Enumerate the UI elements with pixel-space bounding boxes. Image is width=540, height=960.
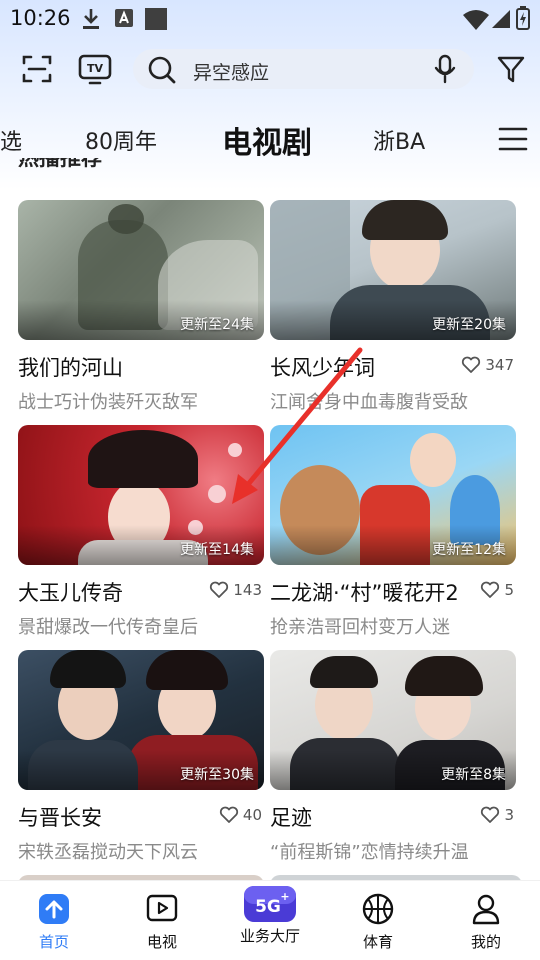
episode-badge: 更新至30集 [180, 767, 254, 783]
video-card[interactable]: 更新至24集 我们的河山 战士巧计伪装歼灭敌军 [18, 200, 264, 413]
tv-play-icon [146, 894, 178, 922]
nav-home[interactable]: 首页 [14, 891, 94, 952]
like-count-value: 3 [504, 806, 514, 824]
episode-badge: 更新至14集 [180, 542, 254, 558]
tv-cast-button[interactable]: TV [76, 50, 114, 88]
basketball-icon [362, 893, 394, 925]
episode-badge: 更新至20集 [432, 317, 506, 333]
like-count[interactable]: 347 [461, 356, 514, 374]
video-card[interactable]: 更新至30集 与晋长安 40 宋轶丞磊搅动天下风云 [18, 650, 264, 863]
microphone-icon[interactable] [432, 54, 458, 84]
episode-badge: 更新至12集 [432, 542, 506, 558]
scan-icon [22, 55, 52, 83]
card-subtitle: 江闻舍身中血毒腹背受敌 [270, 392, 468, 413]
filter-icon [497, 56, 525, 83]
search-query: 异空感应 [193, 62, 270, 84]
nav-label: 首页 [38, 933, 69, 951]
card-subtitle: 战士巧计伪装歼灭敌军 [18, 392, 198, 413]
search-input[interactable]: 异空感应 [133, 49, 474, 89]
search-icon [148, 56, 176, 84]
a-icon [115, 9, 133, 27]
tab-tv-series[interactable]: 电视剧 [222, 118, 312, 162]
nav-label: 体育 [362, 933, 393, 951]
home-arrow-icon [39, 894, 69, 924]
filter-button[interactable] [492, 50, 530, 88]
nav-profile[interactable]: 我的 [446, 891, 526, 952]
card-title: 长风少年词 [270, 356, 375, 380]
card-title: 二龙湖·“村”暖花开2 [270, 581, 459, 605]
battery-icon [516, 6, 530, 30]
nav-sports[interactable]: 体育 [338, 891, 418, 952]
section-title: 热播推荐 [18, 158, 102, 170]
tab-selected[interactable]: 选 [0, 124, 22, 156]
tab-zhe-ba[interactable]: 浙BA [373, 124, 425, 156]
like-count[interactable]: 3 [480, 806, 514, 824]
download-icon [83, 9, 99, 29]
video-card[interactable]: 更新至8集 足迹 3 “前程斯锦”恋情持续升温 [270, 650, 516, 863]
status-bar: 10:26 [0, 0, 540, 38]
like-count[interactable]: 5 [480, 581, 514, 599]
like-count-value: 347 [485, 356, 514, 374]
card-subtitle: 景甜爆改一代传奇皇后 [18, 617, 198, 638]
episode-badge: 更新至24集 [180, 317, 254, 333]
square-icon [145, 8, 167, 30]
nav-label: 业务大厅 [239, 927, 300, 945]
heart-icon [481, 581, 500, 598]
card-subtitle: 宋轶丞磊搅动天下风云 [18, 842, 198, 863]
person-icon [472, 894, 500, 925]
signal-icon [492, 10, 510, 28]
scan-button[interactable] [18, 50, 56, 88]
like-count-value: 5 [504, 581, 514, 599]
card-title: 与晋长安 [18, 806, 102, 830]
nav-label: 我的 [470, 933, 501, 951]
card-subtitle: 抢亲浩哥回村变万人迷 [270, 617, 450, 638]
video-thumbnail[interactable]: 更新至24集 [18, 200, 264, 340]
video-thumbnail[interactable]: 更新至14集 [18, 425, 264, 565]
heart-icon [210, 581, 229, 598]
bottom-navigation: 首页 电视 5G + 业务大厅 体育 我的 [0, 880, 540, 960]
like-count[interactable]: 143 [209, 581, 262, 599]
card-title: 大玉儿传奇 [18, 581, 123, 605]
video-thumbnail[interactable]: 更新至30集 [18, 650, 264, 790]
tab-80th-anniversary[interactable]: 80周年 [85, 124, 157, 156]
top-header: TV 异空感应 [0, 46, 540, 92]
nav-label: 电视 [146, 933, 177, 951]
episode-badge: 更新至8集 [441, 767, 506, 783]
video-card[interactable]: 更新至20集 长风少年词 347 江闻舍身中血毒腹背受敌 [270, 200, 516, 413]
video-thumbnail[interactable]: 更新至12集 [270, 425, 516, 565]
5g-plus-icon: 5G + [244, 886, 296, 922]
heart-icon [462, 356, 481, 373]
wifi-icon [463, 10, 489, 30]
status-time: 10:26 [10, 6, 71, 30]
tv-icon: TV [78, 54, 112, 85]
video-card[interactable]: 更新至12集 二龙湖·“村”暖花开2 5 抢亲浩哥回村变万人迷 [270, 425, 516, 638]
svg-text:+: + [280, 890, 289, 903]
like-count[interactable]: 40 [219, 806, 262, 824]
video-thumbnail[interactable]: 更新至8集 [270, 650, 516, 790]
svg-text:TV: TV [87, 62, 104, 75]
like-count-value: 40 [242, 806, 262, 824]
nav-business-hall[interactable]: 5G + 业务大厅 [230, 886, 310, 946]
card-title: 我们的河山 [18, 356, 123, 380]
video-card[interactable]: 更新至14集 大玉儿传奇 143 景甜爆改一代传奇皇后 [18, 425, 264, 638]
card-subtitle: “前程斯锦”恋情持续升温 [270, 842, 469, 863]
menu-icon[interactable] [498, 124, 528, 154]
card-title: 足迹 [270, 806, 312, 830]
video-thumbnail[interactable]: 更新至20集 [270, 200, 516, 340]
heart-icon [219, 806, 239, 823]
svg-text:5G: 5G [255, 897, 281, 917]
nav-tv[interactable]: 电视 [122, 891, 202, 952]
heart-icon [481, 806, 500, 823]
like-count-value: 143 [233, 581, 262, 599]
